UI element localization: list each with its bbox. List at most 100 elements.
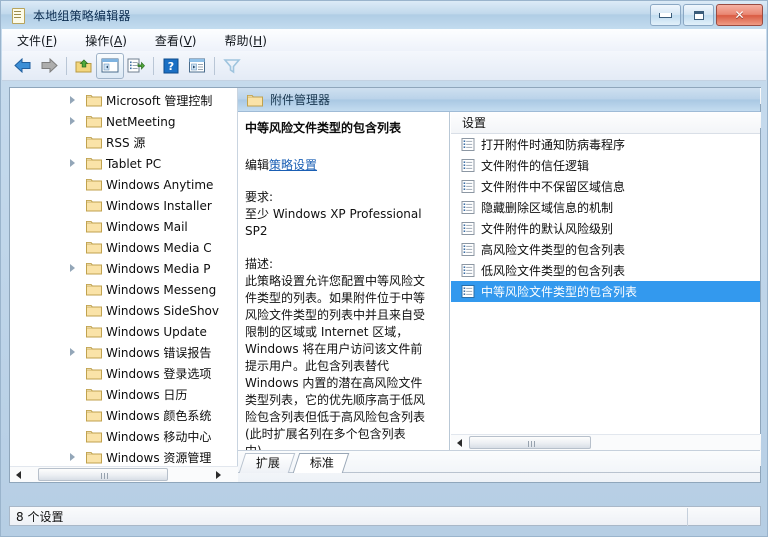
tree-node[interactable]: Windows 移动中心: [10, 426, 224, 447]
maximize-button[interactable]: [683, 4, 714, 26]
tree-node[interactable]: Windows 颜色系统: [10, 405, 224, 426]
settings-column-header[interactable]: 设置: [451, 112, 760, 134]
title-bar: 本地组策略编辑器 ✕: [1, 1, 767, 29]
tree-hscroll-thumb[interactable]: [38, 468, 168, 481]
folder-icon: [86, 366, 102, 380]
tab-extended[interactable]: 扩展: [238, 453, 296, 473]
tree-node[interactable]: Windows Mail: [10, 216, 224, 237]
folder-icon: [86, 219, 102, 233]
close-button[interactable]: ✕: [716, 4, 763, 26]
forward-button[interactable]: [36, 54, 62, 78]
tree-node-label: Windows Anytime: [106, 177, 214, 192]
tree-node[interactable]: Windows Update: [10, 321, 224, 342]
folder-icon: [86, 303, 102, 317]
folder-icon: [86, 93, 102, 107]
tree-node[interactable]: RSS 源: [10, 132, 224, 153]
settings-row[interactable]: 高风险文件类型的包含列表: [451, 239, 760, 260]
settings-row[interactable]: 打开附件时通知防病毒程序: [451, 134, 760, 155]
settings-row[interactable]: 文件附件的默认风险级别: [451, 218, 760, 239]
settings-row-label: 文件附件的默认风险级别: [481, 222, 614, 236]
expand-arrow-icon[interactable]: [70, 348, 75, 356]
minimize-button[interactable]: [650, 4, 681, 26]
menu-file[interactable]: 文件(F): [14, 30, 60, 51]
tree-node[interactable]: Windows 错误报告: [10, 342, 224, 363]
tab-standard[interactable]: 标准: [292, 453, 350, 473]
folder-icon: [86, 135, 102, 149]
close-icon: ✕: [734, 8, 745, 22]
expand-arrow-icon[interactable]: [70, 159, 75, 167]
menu-help-accel: H: [253, 33, 263, 48]
settings-row[interactable]: 隐藏删除区域信息的机制: [451, 197, 760, 218]
tree-node-label: Windows 移动中心: [106, 430, 212, 444]
tree-node[interactable]: Windows SideShov: [10, 300, 224, 321]
tree-node[interactable]: Windows Anytime: [10, 174, 224, 195]
policy-document-icon: [10, 7, 26, 24]
tree-node[interactable]: Windows Media C: [10, 237, 224, 258]
settings-list-pane: 设置 打开附件时通知防病毒程序文件附件的信任逻辑文件附件中不保留区域信息隐藏删除…: [451, 112, 760, 450]
tree-node[interactable]: Windows Media P: [10, 258, 224, 279]
console-tree-pane: Microsoft 管理控制 NetMeeting RSS 源 Tablet PC Wi…: [10, 88, 238, 482]
menu-file-label: 文件(: [17, 33, 46, 48]
expand-arrow-icon[interactable]: [70, 117, 75, 125]
settings-row[interactable]: 文件附件的信任逻辑: [451, 155, 760, 176]
up-folder-button[interactable]: [71, 54, 97, 78]
minimize-icon: [659, 12, 672, 18]
menu-action[interactable]: 操作(A): [82, 30, 130, 51]
tree-node[interactable]: Microsoft 管理控制: [10, 90, 224, 111]
settings-row[interactable]: 文件附件中不保留区域信息: [451, 176, 760, 197]
settings-row[interactable]: 低风险文件类型的包含列表: [451, 260, 760, 281]
edit-policy-link[interactable]: 策略设置: [269, 158, 317, 172]
description-text: 此策略设置允许您配置中等风险文件类型的列表。如果附件位于中等风险文件类型的列表中…: [245, 274, 426, 450]
tree-node[interactable]: Windows 登录选项: [10, 363, 224, 384]
policy-setting-icon: [461, 158, 475, 173]
filter-button[interactable]: [219, 54, 245, 78]
folder-icon: [86, 240, 102, 254]
menu-view[interactable]: 查看(V): [152, 30, 200, 51]
policy-setting-icon: [461, 179, 475, 194]
tree-list: Microsoft 管理控制 NetMeeting RSS 源 Tablet PC Wi…: [10, 90, 224, 482]
tree-node[interactable]: NetMeeting: [10, 111, 224, 132]
window-title: 本地组策略编辑器: [33, 8, 131, 23]
help-button[interactable]: ?: [158, 54, 184, 78]
tree-horizontal-scrollbar[interactable]: [10, 466, 238, 482]
toolbar-separator-1: [66, 56, 67, 75]
settings-row-label: 文件附件中不保留区域信息: [481, 180, 626, 194]
tree-hscroll-left-button[interactable]: [10, 467, 26, 482]
triangle-right-icon: [215, 470, 221, 479]
folder-icon: [86, 177, 102, 191]
export-list-button[interactable]: [123, 54, 149, 78]
settings-column-header-label: 设置: [462, 116, 487, 130]
toolbar-separator-2: [153, 56, 154, 75]
tree-node[interactable]: Windows 资源管理: [10, 447, 224, 468]
expand-arrow-icon[interactable]: [70, 453, 75, 461]
show-hide-tree-button[interactable]: [96, 52, 124, 79]
tree-node-label: Windows Media C: [106, 240, 212, 255]
menu-help-label: 帮助(: [224, 33, 254, 48]
tree-node-label: Windows SideShov: [106, 303, 219, 318]
settings-row[interactable]: 中等风险文件类型的包含列表: [451, 281, 760, 302]
tree-node[interactable]: Windows Installer: [10, 195, 224, 216]
show-hide-tree-icon: [101, 58, 119, 73]
edit-prefix-label: 编辑: [245, 158, 270, 172]
expand-arrow-icon[interactable]: [70, 96, 75, 104]
menu-file-accel: F: [45, 33, 53, 48]
tree-node[interactable]: Windows Messeng: [10, 279, 224, 300]
tree-node[interactable]: Tablet PC: [10, 153, 224, 174]
tree-node[interactable]: Windows 日历: [10, 384, 224, 405]
folder-icon: [86, 324, 102, 338]
expand-arrow-icon[interactable]: [70, 264, 75, 272]
tree-node-label: RSS 源: [106, 136, 146, 150]
settings-hscroll-left-button[interactable]: [451, 435, 467, 450]
settings-row-label: 文件附件的信任逻辑: [481, 159, 590, 173]
back-button[interactable]: [10, 54, 36, 78]
settings-hscroll-thumb[interactable]: [469, 436, 591, 449]
tree-hscroll-right-button[interactable]: [210, 467, 226, 482]
menu-help[interactable]: 帮助(H): [221, 30, 269, 51]
tree-node-label: Windows Messeng: [106, 282, 217, 297]
forward-icon: [41, 58, 58, 73]
folder-icon: [86, 450, 102, 464]
triangle-left-icon: [15, 470, 21, 479]
settings-horizontal-scrollbar[interactable]: [451, 434, 760, 450]
menu-action-label: 操作(: [85, 33, 114, 48]
properties-button[interactable]: [184, 54, 210, 78]
